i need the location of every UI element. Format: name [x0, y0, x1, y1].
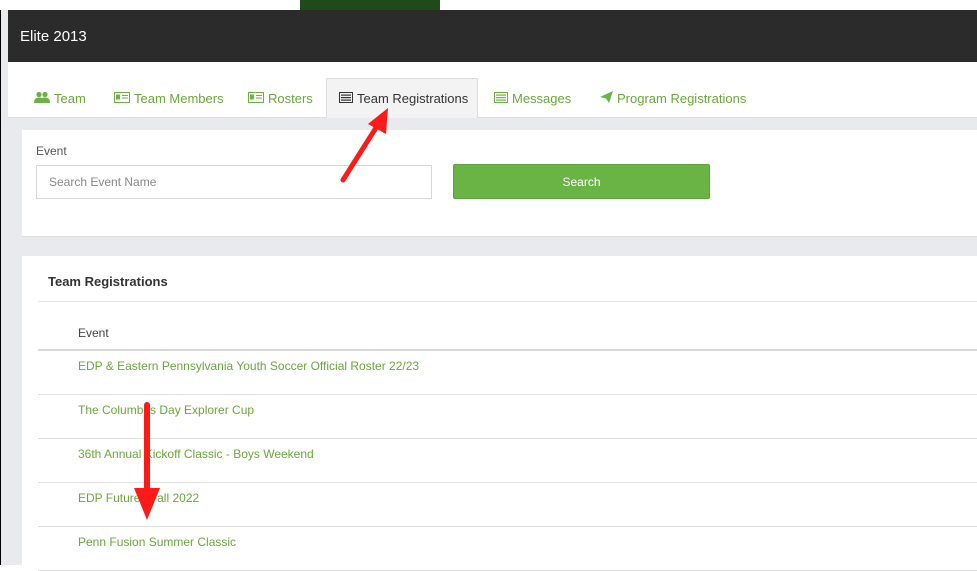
tab-team-members[interactable]: Team Members	[114, 78, 224, 118]
id-card-icon	[114, 91, 130, 106]
table-row: EDP Futures Fall 2022	[38, 483, 977, 527]
divider	[38, 301, 977, 302]
event-search-input[interactable]	[36, 165, 432, 199]
tab-label: Program Registrations	[617, 90, 747, 106]
tab-label: Messages	[512, 90, 572, 106]
tab-label: Team	[54, 90, 86, 106]
team-registrations-panel: Team Registrations Event EDP & Eastern P…	[22, 256, 977, 571]
event-link[interactable]: The Columbus Day Explorer Cup	[78, 403, 254, 417]
tab-bar: Team Team Members Rosters Team Registrat…	[8, 62, 977, 118]
team-title-bar: Elite 2013	[8, 10, 977, 62]
tab-messages[interactable]: Messages	[494, 78, 571, 118]
event-link[interactable]: 36th Annual Kickoff Classic - Boys Weeke…	[78, 447, 314, 461]
table-row: 36th Annual Kickoff Classic - Boys Weeke…	[38, 439, 977, 483]
table-row: The Columbus Day Explorer Cup	[38, 395, 977, 439]
event-filter-panel: Event Search	[22, 130, 977, 237]
event-link[interactable]: Penn Fusion Summer Classic	[78, 535, 236, 549]
table-row: EDP & Eastern Pennsylvania Youth Soccer …	[38, 351, 977, 395]
event-link[interactable]: EDP & Eastern Pennsylvania Youth Soccer …	[78, 359, 419, 373]
tab-label: Team Registrations	[357, 91, 469, 106]
tab-label: Team Members	[134, 90, 224, 106]
event-link[interactable]: EDP Futures Fall 2022	[78, 491, 199, 505]
list-icon	[339, 91, 353, 106]
tab-label: Rosters	[268, 90, 313, 106]
panel-title: Team Registrations	[48, 274, 168, 289]
table-row: Penn Fusion Summer Classic	[38, 527, 977, 571]
search-button[interactable]: Search	[453, 164, 710, 199]
id-card-icon	[248, 91, 264, 106]
tab-program-registrations[interactable]: Program Registrations	[600, 78, 746, 118]
message-icon	[494, 91, 508, 106]
page-title: Elite 2013	[20, 27, 87, 45]
tab-team-registrations[interactable]: Team Registrations	[326, 78, 478, 118]
window-top-accent	[300, 0, 440, 10]
event-field-label: Event	[36, 144, 67, 158]
tab-team[interactable]: Team	[34, 78, 86, 118]
users-icon	[34, 91, 50, 106]
column-header-event: Event	[78, 326, 109, 340]
paper-plane-icon	[600, 90, 613, 106]
tab-rosters[interactable]: Rosters	[248, 78, 313, 118]
